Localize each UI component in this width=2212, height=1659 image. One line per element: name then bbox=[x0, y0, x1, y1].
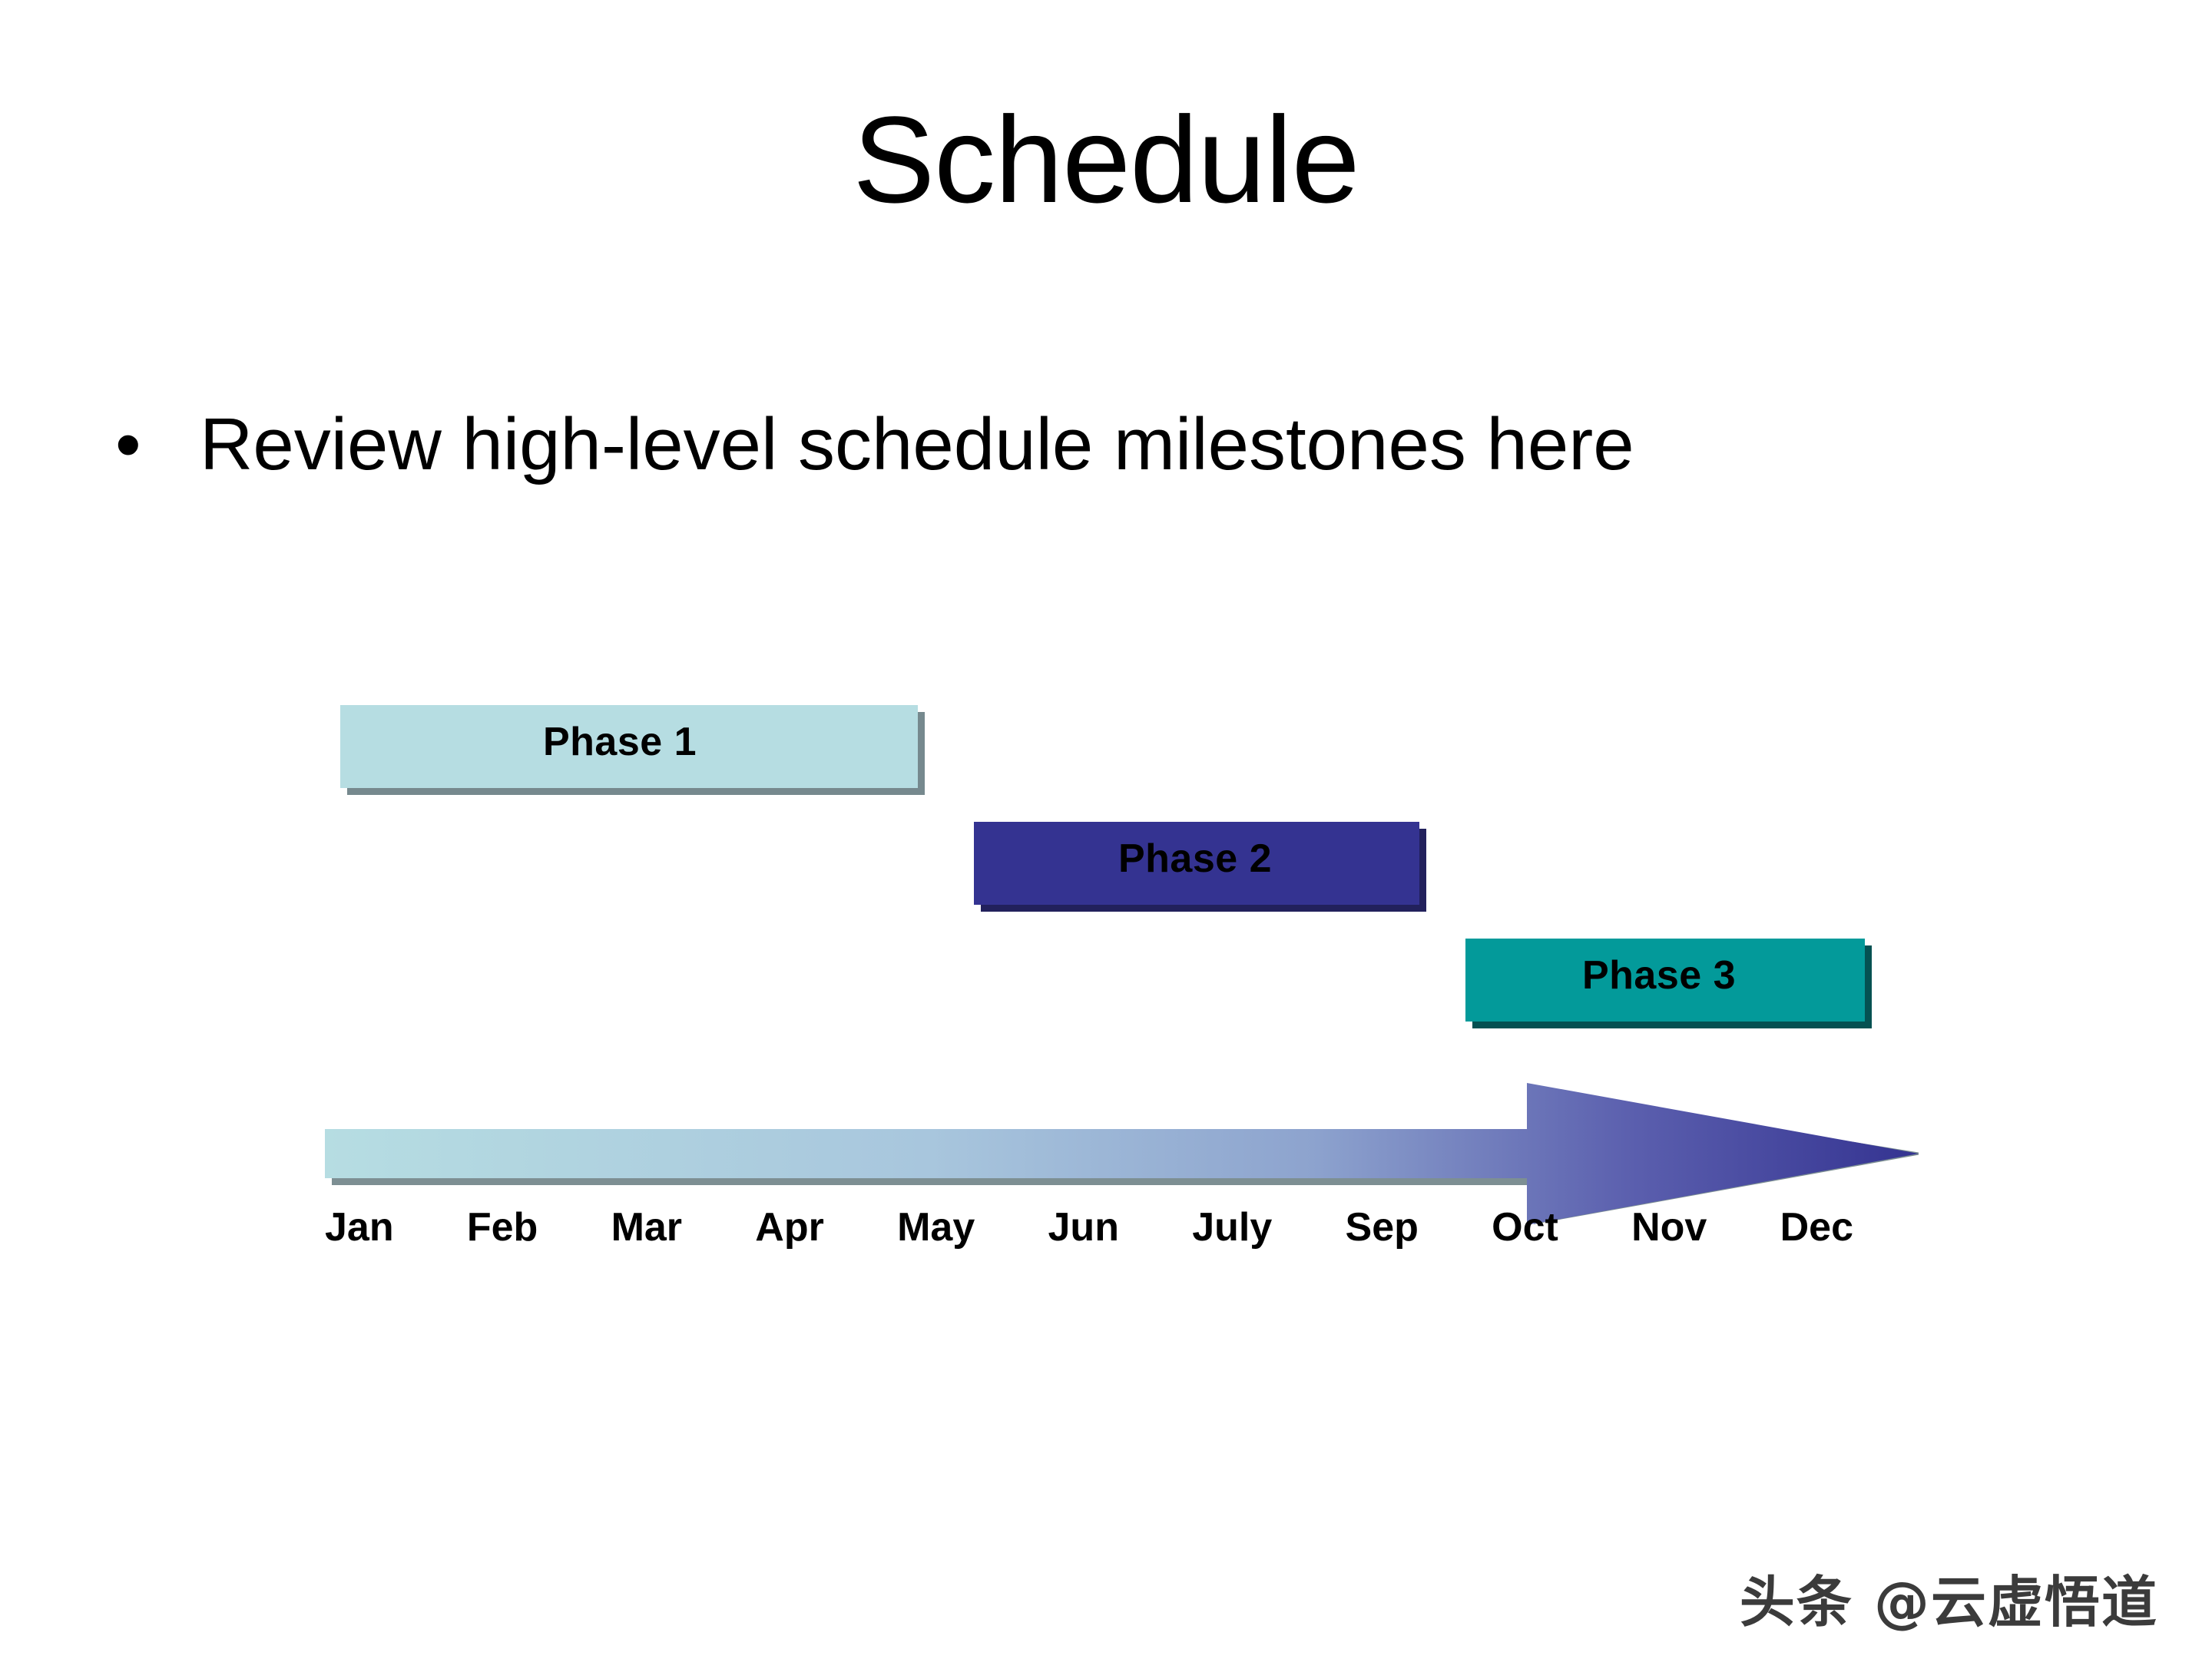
month-label-nov: Nov bbox=[1631, 1205, 1707, 1250]
month-label-sep: Sep bbox=[1345, 1205, 1419, 1250]
month-label-may: May bbox=[897, 1205, 975, 1250]
month-label-dec: Dec bbox=[1780, 1205, 1853, 1250]
month-label-jan: Jan bbox=[325, 1205, 394, 1250]
presentation-slide: Schedule • Review high-level schedule mi… bbox=[0, 0, 2212, 1659]
month-label-feb: Feb bbox=[466, 1205, 538, 1250]
timeline-arrow-icon bbox=[325, 1083, 1919, 1225]
watermark: 头条 @云虚悟道 bbox=[1739, 1570, 2158, 1634]
phase-bar-phase-3[interactable]: Phase 3 bbox=[1465, 939, 1865, 1022]
month-axis: Jan Feb Mar Apr May Jun July Sep Oct Nov… bbox=[325, 1207, 1853, 1261]
phase-bar-label: Phase 2 bbox=[1118, 836, 1273, 881]
phase-bar-phase-2[interactable]: Phase 2 bbox=[974, 822, 1419, 905]
month-label-oct: Oct bbox=[1492, 1205, 1558, 1250]
phase-bar-phase-1[interactable]: Phase 1 bbox=[340, 705, 918, 788]
month-label-apr: Apr bbox=[755, 1205, 824, 1250]
month-label-jun: Jun bbox=[1048, 1205, 1119, 1250]
phase-bar-label: Phase 1 bbox=[542, 720, 697, 764]
month-label-mar: Mar bbox=[611, 1205, 683, 1250]
month-label-july: July bbox=[1192, 1205, 1273, 1250]
phase-bar-label: Phase 3 bbox=[1581, 953, 1737, 998]
schedule-gantt-chart: Phase 1 Phase 2 Phase 3 Jan Feb Mar Apr … bbox=[0, 0, 2212, 1659]
